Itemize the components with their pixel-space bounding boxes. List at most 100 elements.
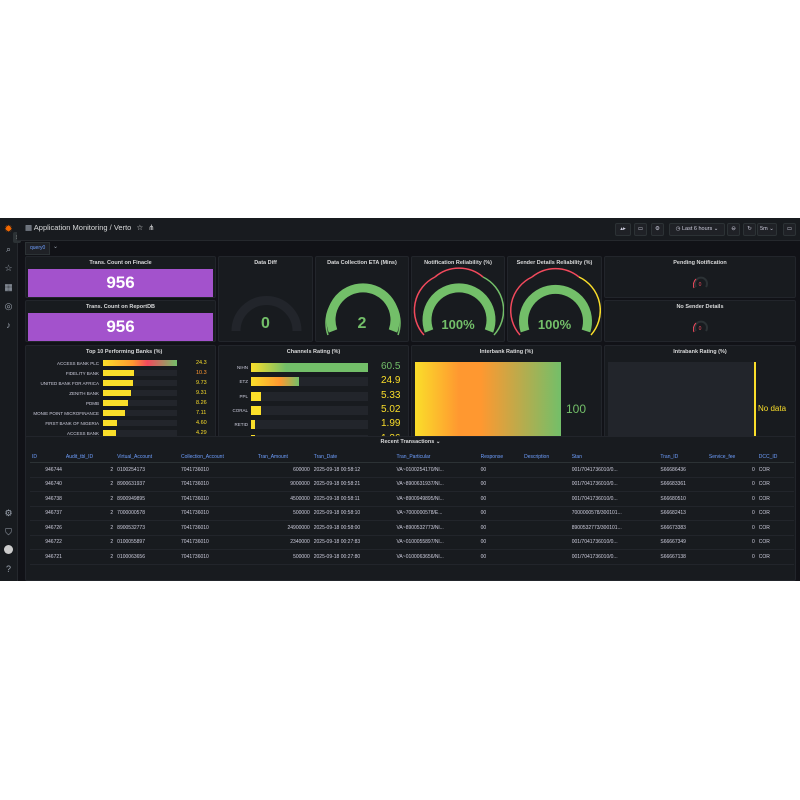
table-cell: 2 xyxy=(63,520,116,536)
table-cell: 8900532773/300101... xyxy=(569,520,659,536)
zoom-out-icon[interactable]: ⊖ xyxy=(727,223,740,236)
panel-title: Channels Rating (%) xyxy=(286,349,341,355)
table-row[interactable]: 946744 2 0100254173 7041736010 600000 2025-09… xyxy=(30,462,794,478)
tv-mode-icon[interactable]: ▭ xyxy=(783,223,796,236)
bar-fill xyxy=(103,390,132,396)
panel-title[interactable]: Recent Transactions ⌄ xyxy=(26,439,795,445)
bar-row: PPL 5.33 xyxy=(219,390,408,403)
refresh-interval-label: 5m xyxy=(760,226,768,232)
table-cell: COR xyxy=(756,549,794,565)
settings-gear-icon[interactable]: ⚙ xyxy=(3,508,14,519)
column-header[interactable]: ID xyxy=(30,451,64,463)
bar-fill xyxy=(251,420,255,430)
table-cell: 0 xyxy=(706,549,757,565)
table-cell: 2 xyxy=(63,491,116,507)
bar-row: ZENITH BANK 9.31 xyxy=(26,390,215,397)
column-header[interactable]: Audit_tbl_ID xyxy=(63,451,116,463)
bar-track xyxy=(103,420,177,426)
table-row[interactable]: 946737 2 7000000578 7041736010 500000 2025-09… xyxy=(30,506,794,521)
panel-title: Top 10 Performing Banks (%) xyxy=(86,349,163,355)
table-cell: COR xyxy=(756,477,794,492)
column-header[interactable]: Virtual_Account xyxy=(115,451,180,463)
clock-icon: ◷ xyxy=(675,226,681,232)
table-cell: S66667349 xyxy=(658,535,707,550)
help-icon[interactable]: ? xyxy=(3,564,14,575)
save-dashboard-icon[interactable]: ▭ xyxy=(634,223,647,236)
table-cell: 0 xyxy=(706,491,757,507)
table-row[interactable]: 946722 2 0100055897 7041736010 2340000 2025-0… xyxy=(30,535,794,550)
bar-label: PDMB xyxy=(85,401,99,406)
intrabank-no-data: No data xyxy=(758,404,787,413)
table-row[interactable]: 946726 2 8900532773 7041736010 24900000 2025-… xyxy=(30,520,794,536)
table-cell: 500000 xyxy=(255,506,312,521)
table-row[interactable]: 946740 2 8900631937 7041736010 9000000 2025-0… xyxy=(30,477,794,492)
bar-value: 5.02 xyxy=(381,403,401,415)
panel-data-diff: Data Diff 0 xyxy=(218,256,313,342)
table-cell: COR xyxy=(756,506,794,521)
table-cell: 00 xyxy=(478,477,523,492)
breadcrumb-dashboard[interactable]: Verto xyxy=(114,223,132,232)
table-cell: 0 xyxy=(706,535,757,550)
share-icon[interactable]: ⋔ xyxy=(148,223,154,232)
table-cell: 8900631937 xyxy=(115,477,180,492)
shield-icon[interactable]: ⛉ xyxy=(3,527,14,538)
add-panel-button[interactable]: ▴▸ xyxy=(615,223,631,236)
column-header[interactable]: DCC_ID xyxy=(756,451,794,463)
table-cell: 8900949895 xyxy=(115,491,180,507)
bar-row: RETID 1.99 xyxy=(219,418,408,431)
dashboard-settings-icon[interactable]: ⚙ xyxy=(651,223,664,236)
table-row[interactable]: 946738 2 8900949895 7041736010 4500000 2025-0… xyxy=(30,491,794,507)
table-cell: 0 xyxy=(706,520,757,536)
table-cell: COR xyxy=(756,491,794,507)
refresh-interval-picker[interactable]: 5m ⌄ xyxy=(757,223,777,236)
dashboards-icon[interactable]: ▦ xyxy=(3,282,14,293)
explore-compass-icon[interactable]: ◎ xyxy=(3,301,14,312)
column-header[interactable]: Tran_Particular xyxy=(394,451,479,463)
table-cell: VA~8900532773/Nl... xyxy=(394,520,479,536)
variable-dropdown-icon[interactable]: ⌄ xyxy=(53,243,58,250)
sidebar: ✹ › ⌕ ☆ ▦ ◎ ♪ ⚙ ⛉ ? xyxy=(0,218,21,581)
bar-label: ZENITH BANK xyxy=(69,391,99,396)
bar-track xyxy=(103,410,177,416)
gauge-threshold-red xyxy=(531,267,580,278)
bar-value: 10.3 xyxy=(196,370,207,376)
user-avatar[interactable] xyxy=(4,545,13,554)
column-header[interactable]: Tran_Amount xyxy=(255,451,312,463)
table-row[interactable]: 946721 2 0100063656 7041736010 500000 2025-09… xyxy=(30,549,794,565)
column-header[interactable]: Response xyxy=(478,451,523,463)
table-cell: COR xyxy=(756,520,794,536)
bar-fill xyxy=(103,420,117,426)
panel-trans-count-finacle: Trans. Count on Finacle 956 xyxy=(25,256,216,298)
time-range-picker[interactable]: ◷ Last 6 hours ⌄ xyxy=(669,223,725,236)
table-cell xyxy=(522,491,570,507)
breadcrumb-folder[interactable]: Application Monitoring xyxy=(34,223,108,232)
table-cell: 2 xyxy=(63,506,116,521)
query-variable-chip[interactable]: query0 xyxy=(25,242,51,255)
favorite-star-icon[interactable]: ☆ xyxy=(136,223,143,232)
column-header[interactable]: Tran_Date xyxy=(311,451,395,463)
chevron-down-icon: ⌄ xyxy=(713,226,719,232)
column-header[interactable]: Service_fee xyxy=(706,451,757,463)
table-cell xyxy=(522,520,570,536)
table-cell: 946721 xyxy=(30,549,64,565)
search-icon[interactable]: ⌕ xyxy=(3,244,14,255)
table-cell: 7041736010 xyxy=(179,477,256,492)
bar-value: 60.5 xyxy=(381,361,401,372)
bar-fill xyxy=(251,405,261,415)
alerting-bell-icon[interactable]: ♪ xyxy=(3,320,14,331)
panel-data-collection-eta: Data Collection ETA (Mins) 2 xyxy=(315,256,409,342)
column-header[interactable]: Description xyxy=(522,451,570,463)
bar-label: UNITED BANK FOR AFRICA xyxy=(40,381,99,386)
mini-gauge-value: 0 xyxy=(698,326,702,332)
bar-row: PDMB 8.26 xyxy=(26,400,215,407)
table-cell: 2340000 xyxy=(255,535,312,550)
refresh-icon[interactable]: ↻ xyxy=(743,223,756,236)
table-cell: S66680510 xyxy=(658,491,707,507)
table-cell: 2 xyxy=(63,549,116,565)
column-header[interactable]: Stan xyxy=(569,451,659,463)
bar-label: FIDELITY BANK xyxy=(65,371,99,376)
column-header[interactable]: Collection_Account xyxy=(179,451,256,463)
star-icon[interactable]: ☆ xyxy=(3,263,14,274)
bar-track xyxy=(103,390,177,396)
column-header[interactable]: Tran_ID xyxy=(658,451,707,463)
